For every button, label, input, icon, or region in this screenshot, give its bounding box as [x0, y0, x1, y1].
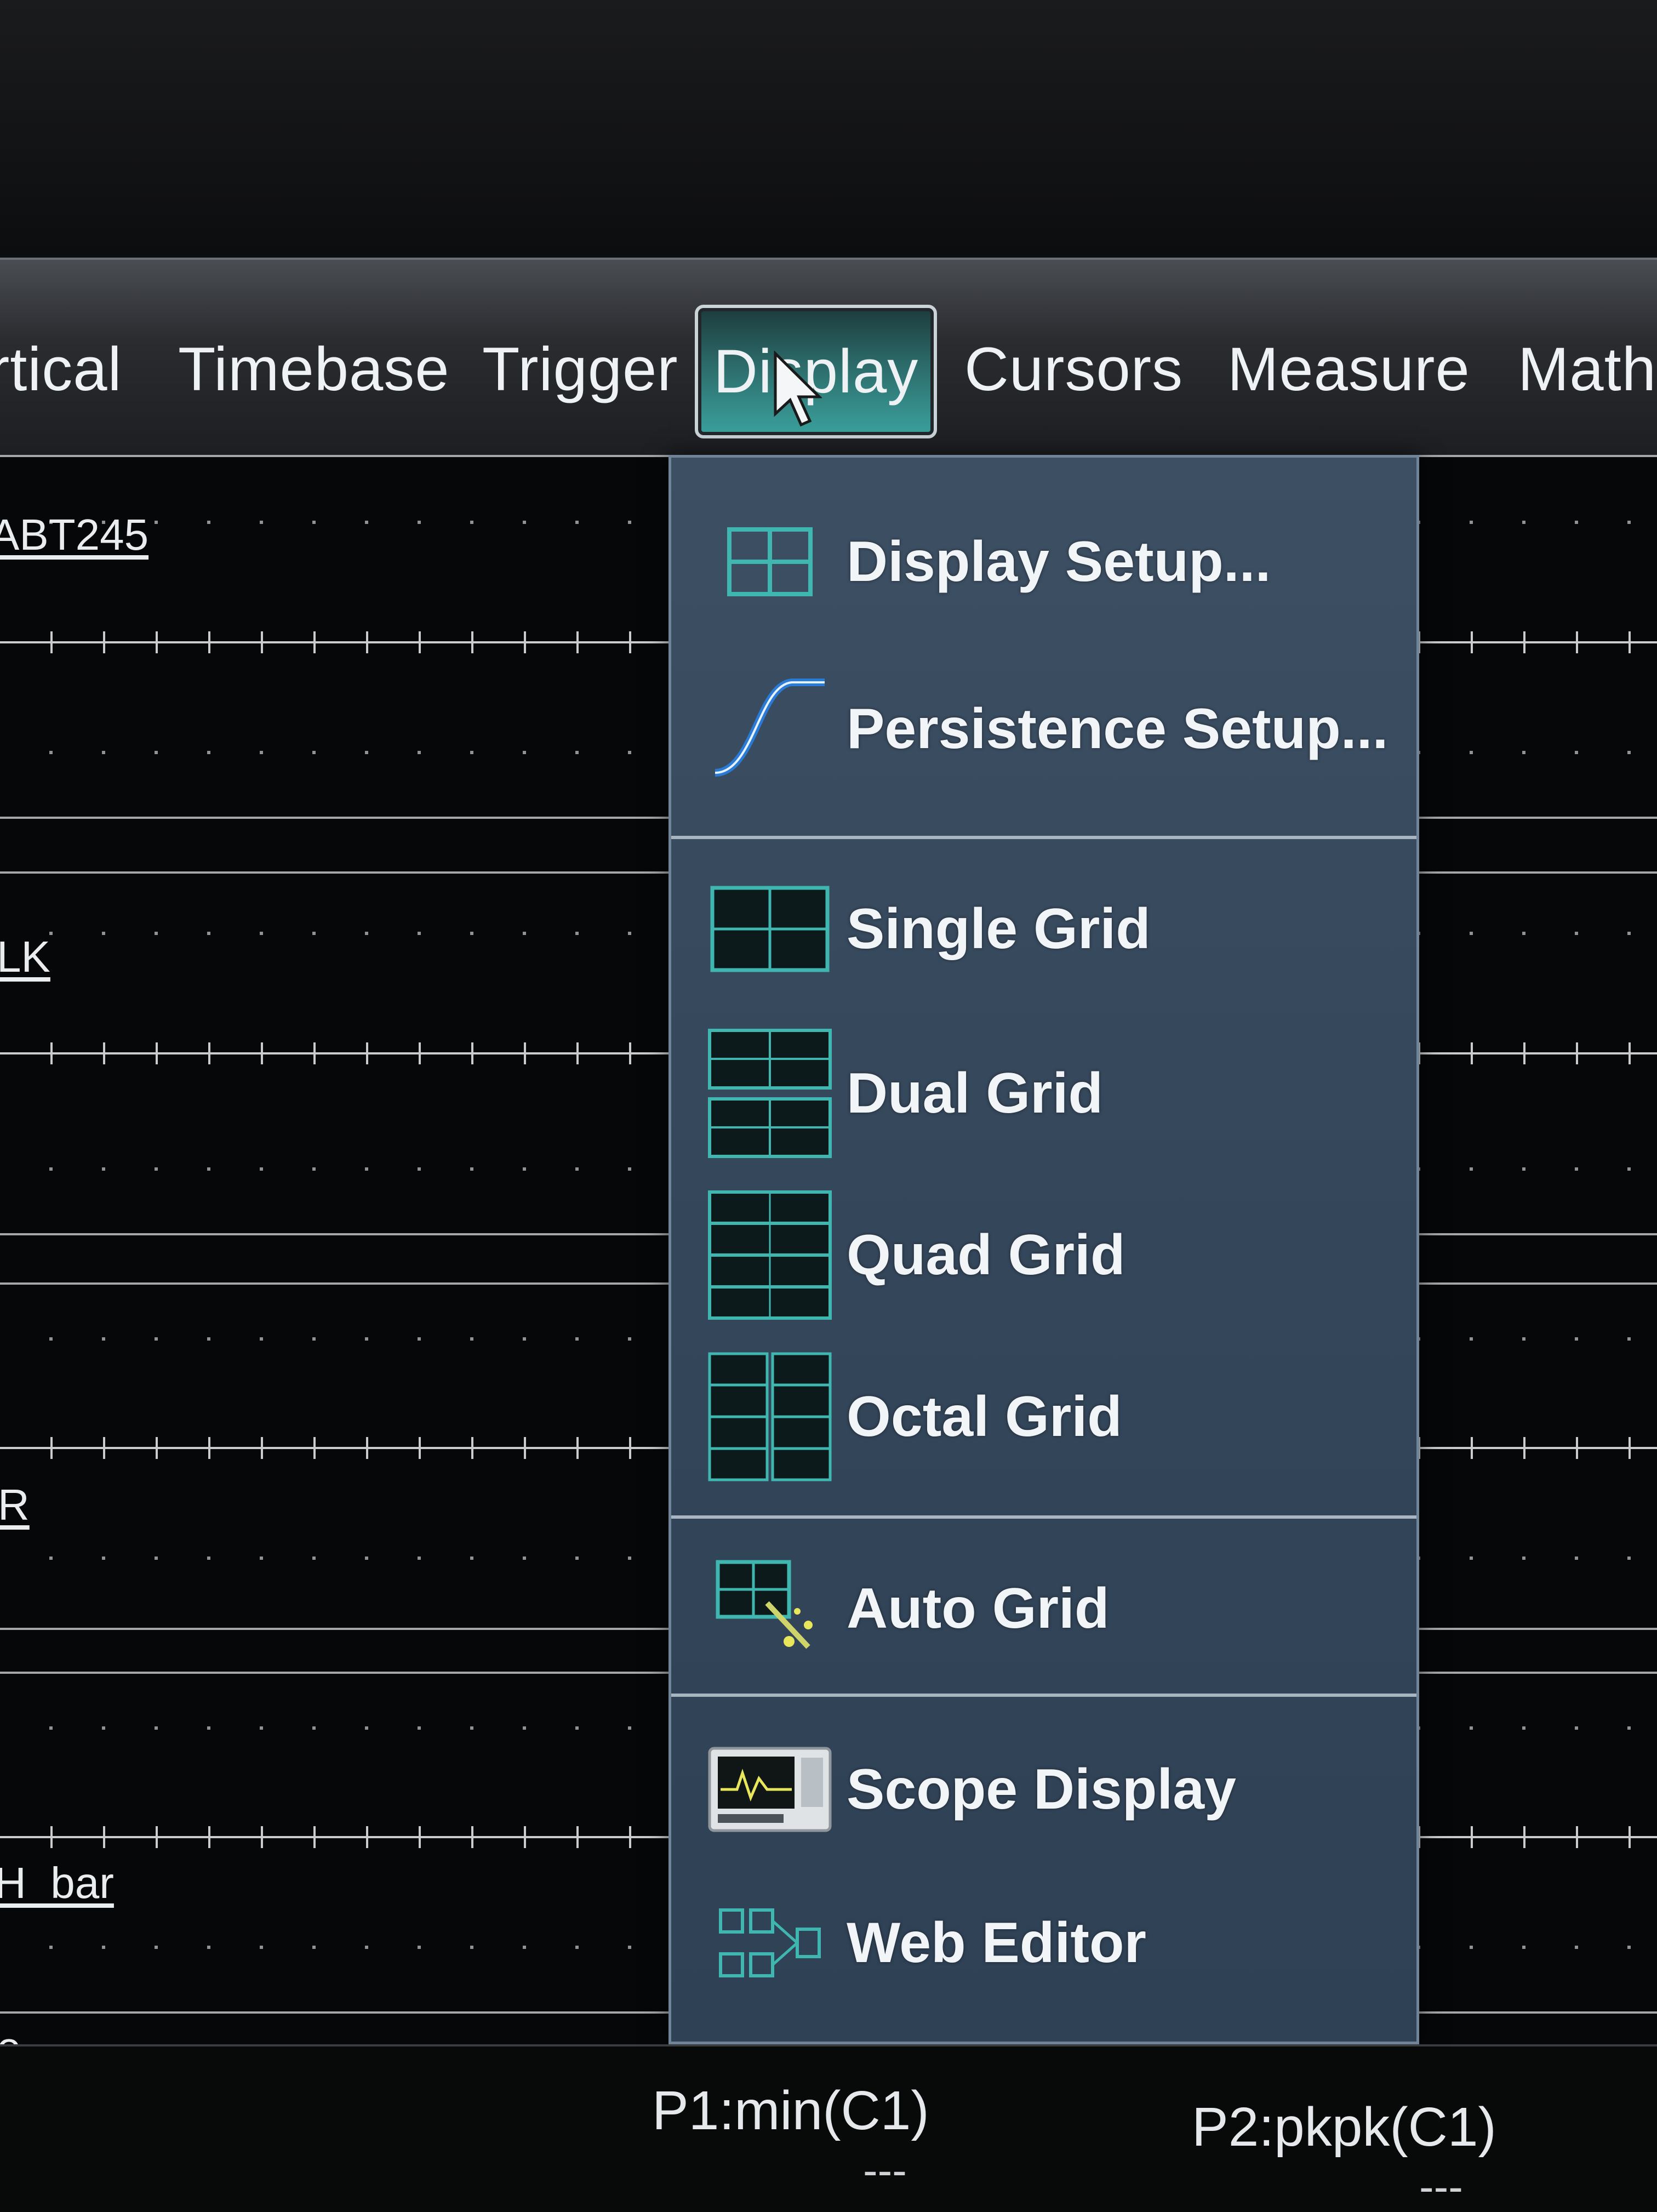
menu-item-label: Web Editor: [847, 1911, 1146, 1975]
parameter-p1-value: ---: [863, 2146, 907, 2194]
web-editor-icon: [704, 1883, 836, 2003]
menu-cursors[interactable]: Cursors: [964, 315, 1183, 424]
menu-item-label: Display Setup...: [847, 529, 1271, 594]
menu-measure[interactable]: Measure: [1227, 315, 1470, 424]
auto-grid-icon: [704, 1548, 836, 1669]
menu-item-octal-grid[interactable]: Octal Grid: [671, 1335, 1416, 1499]
menu-vertical[interactable]: rtical: [0, 315, 122, 424]
octal-grid-icon: [704, 1352, 836, 1481]
display-dropdown-menu: Display Setup... Persistence Setup... Si…: [668, 455, 1419, 2044]
menu-separator: [671, 836, 1416, 839]
parameter-p1-label[interactable]: P1:min(C1): [652, 2079, 929, 2142]
menu-item-dual-grid[interactable]: Dual Grid: [671, 1011, 1416, 1176]
measurement-parameter-bar: P1:min(C1) --- P2:pkpk(C1) ---: [0, 2044, 1657, 2212]
menu-item-label: Single Grid: [847, 897, 1151, 961]
single-grid-icon: [704, 869, 836, 989]
menu-trigger[interactable]: Trigger: [482, 315, 678, 424]
trace-label[interactable]: ABT245: [0, 510, 148, 560]
trace-label[interactable]: LK: [0, 932, 50, 982]
monitor-bezel: [0, 0, 1657, 258]
menu-item-label: Quad Grid: [847, 1223, 1125, 1287]
menu-item-single-grid[interactable]: Single Grid: [671, 847, 1416, 1011]
parameter-p2-value: ---: [1419, 2162, 1463, 2211]
menu-item-label: Octal Grid: [847, 1384, 1122, 1449]
menu-item-auto-grid[interactable]: Auto Grid: [671, 1526, 1416, 1691]
menu-separator: [671, 1694, 1416, 1697]
menu-separator: [671, 1515, 1416, 1519]
mouse-pointer-icon: [774, 351, 822, 427]
trace-label[interactable]: R: [0, 1480, 30, 1530]
quad-grid-icon: [704, 1190, 836, 1320]
menu-item-label: Auto Grid: [847, 1576, 1110, 1640]
scope-display-icon: [704, 1729, 836, 1850]
menu-timebase[interactable]: Timebase: [178, 315, 450, 424]
menu-item-label: Scope Display: [847, 1757, 1236, 1821]
menu-item-label: Persistence Setup...: [847, 697, 1389, 761]
grid-four-icon: [704, 501, 836, 622]
menu-item-display-setup[interactable]: Display Setup...: [671, 480, 1416, 644]
dual-grid-icon: [704, 1029, 836, 1158]
menu-item-label: Dual Grid: [847, 1061, 1104, 1125]
parameter-p2-label[interactable]: P2:pkpk(C1): [1192, 2096, 1496, 2159]
menu-math[interactable]: Math: [1518, 315, 1656, 424]
persistence-curve-icon: [704, 669, 836, 789]
menu-bar: rtical Timebase Trigger Display Cursors …: [0, 258, 1657, 459]
menu-item-web-editor[interactable]: Web Editor: [671, 1861, 1416, 2025]
menu-item-quad-grid[interactable]: Quad Grid: [671, 1173, 1416, 1337]
menu-item-scope-display[interactable]: Scope Display: [671, 1707, 1416, 1872]
menu-item-persistence-setup[interactable]: Persistence Setup...: [671, 647, 1416, 811]
trace-label[interactable]: H_bar: [0, 1858, 114, 1908]
